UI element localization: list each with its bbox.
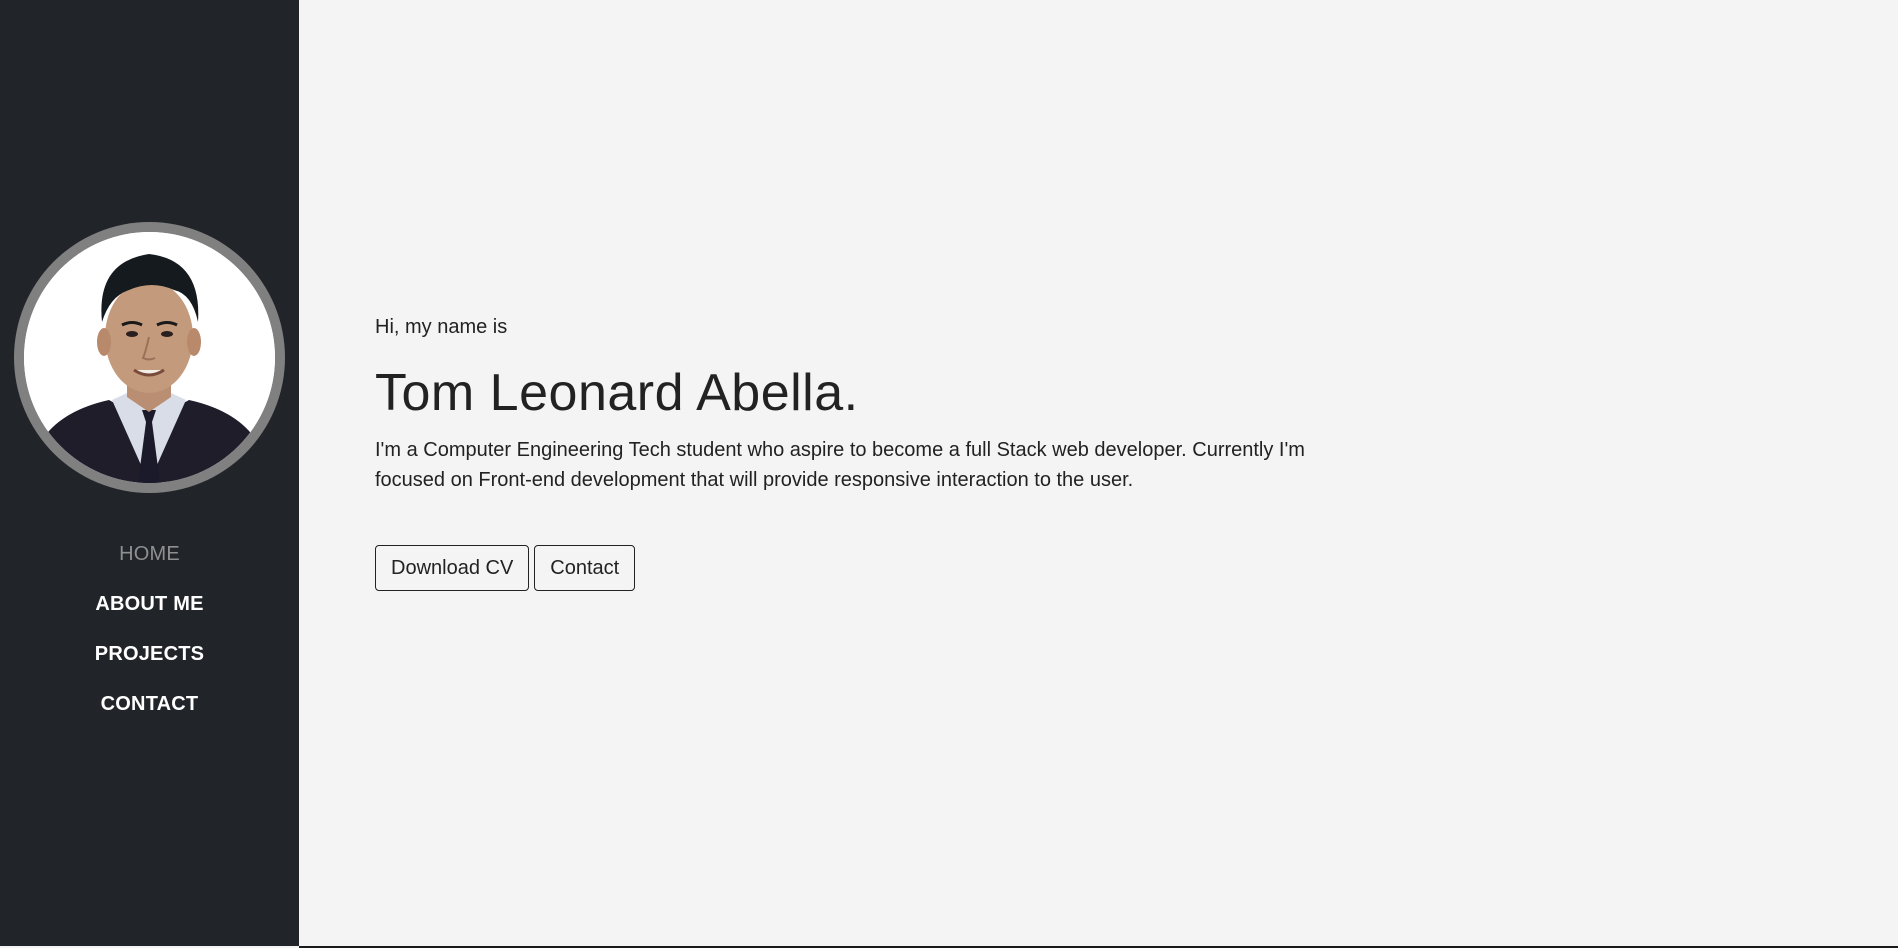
avatar-ring [14,222,285,493]
sidebar: HOME ABOUT ME PROJECTS CONTACT [0,0,299,946]
nav-item-projects[interactable]: PROJECTS [0,635,299,685]
sidebar-nav: HOME ABOUT ME PROJECTS CONTACT [0,535,299,735]
hero-section: Hi, my name is Tom Leonard Abella. I'm a… [375,0,1375,948]
hero-actions: Download CV Contact [375,545,636,591]
nav-item-home[interactable]: HOME [0,535,299,585]
nav-item-about-me[interactable]: ABOUT ME [0,585,299,635]
hero-intro: I'm a Computer Engineering Tech student … [375,439,1305,491]
hero-name: Tom Leonard Abella. [375,364,859,422]
nav-item-contact[interactable]: CONTACT [0,685,299,735]
download-cv-button[interactable]: Download CV [375,545,530,591]
avatar-portrait [24,232,275,483]
avatar [24,232,275,483]
hero-greeting: Hi, my name is [375,316,508,338]
contact-button[interactable]: Contact [534,545,636,591]
